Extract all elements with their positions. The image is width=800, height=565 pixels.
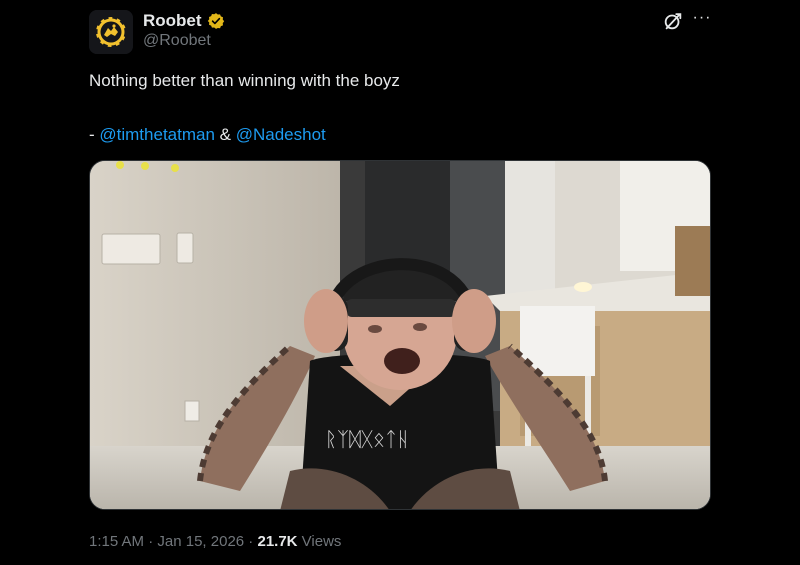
roobet-logo-icon	[89, 10, 133, 54]
tweet-text: Nothing better than winning with the boy…	[89, 70, 709, 144]
author-name-row[interactable]: Roobet	[143, 10, 225, 32]
views-label: Views	[297, 533, 342, 550]
author-handle[interactable]: @Roobet	[143, 32, 211, 50]
video-still-image: ᚱᛉᛞᚷᛟᛏᚺ	[90, 161, 710, 509]
more-options-icon[interactable]: ···	[692, 8, 712, 28]
tweet-ampersand: &	[214, 125, 236, 144]
tweet-time[interactable]: 1:15 AM	[89, 533, 144, 550]
svg-text:ᚱᛉᛞᚷᛟᛏᚺ: ᚱᛉᛞᚷᛟᛏᚺ	[325, 427, 409, 451]
tweet-text-line2: - @timthetatman & @Nadeshot	[89, 124, 326, 146]
mention-link-nadeshot[interactable]: @Nadeshot	[236, 125, 326, 144]
meta-separator: ·	[144, 533, 158, 550]
tweet-media-video[interactable]: ᚱᛉᛞᚷᛟᛏᚺ	[89, 160, 711, 510]
meta-separator: ·	[244, 533, 258, 550]
views-count[interactable]: 21.7K	[257, 533, 297, 550]
verified-badge-icon[interactable]	[207, 12, 225, 30]
tweet-dash: -	[89, 125, 100, 144]
mention-link-timthetatman[interactable]: @timthetatman	[99, 125, 215, 144]
tweet-date[interactable]: Jan 15, 2026	[157, 533, 244, 550]
avatar[interactable]	[89, 10, 133, 54]
grok-icon[interactable]	[662, 10, 684, 32]
author-display-name[interactable]: Roobet	[143, 11, 202, 31]
tweet-text-line1: Nothing better than winning with the boy…	[89, 71, 400, 90]
tweet-metadata: 1:15 AM · Jan 15, 2026 · 21.7K Views	[89, 533, 341, 550]
